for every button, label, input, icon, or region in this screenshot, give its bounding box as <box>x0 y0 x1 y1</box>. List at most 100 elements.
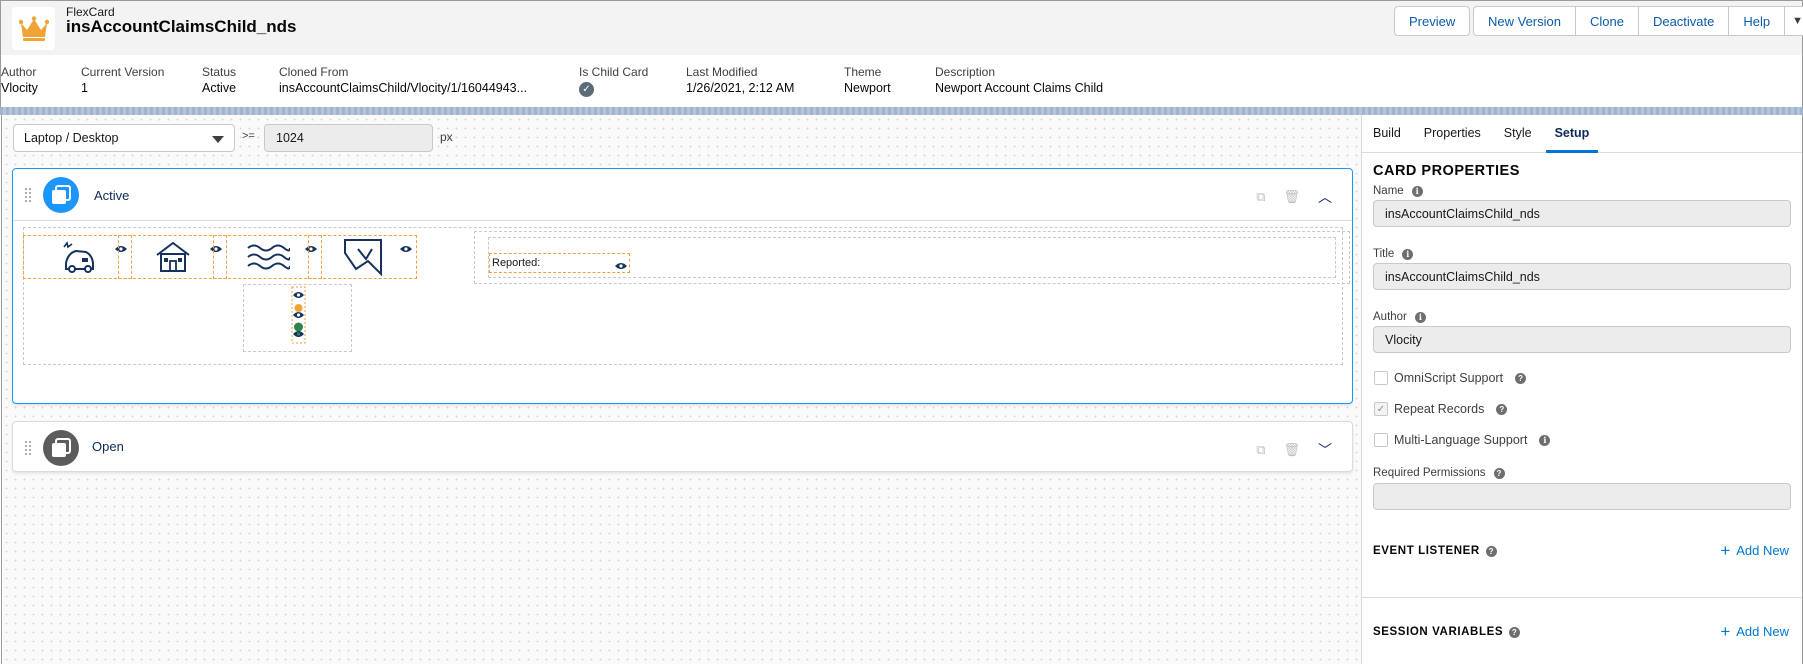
add-session-variable-button[interactable]: + Add New <box>1720 621 1789 641</box>
repeat-records-checkbox[interactable]: ✓ Repeat Records ? <box>1374 402 1508 416</box>
checkbox-label: OmniScript Support <box>1394 371 1504 385</box>
help-icon[interactable]: ? <box>1496 403 1508 415</box>
meta-value: insAccountClaimsChild/Vlocity/1/16044943… <box>279 81 528 95</box>
session-variables-title: SESSION VARIABLES ? <box>1373 626 1521 638</box>
new-version-button[interactable]: New Version <box>1474 7 1576 35</box>
drag-handle-icon[interactable] <box>24 440 32 456</box>
add-new-label: Add New <box>1736 543 1789 558</box>
panel-tabs: Build Properties Style Setup <box>1362 115 1802 153</box>
name-field[interactable]: insAccountClaimsChild_nds <box>1373 200 1791 227</box>
plus-icon: + <box>1720 621 1731 641</box>
state-name: Open <box>92 439 124 454</box>
section-divider <box>1362 597 1802 598</box>
clone-button[interactable]: Clone <box>1576 7 1639 35</box>
action-button-group: New Version Clone Deactivate Help ▼ <box>1473 6 1803 36</box>
meta-is-child-card: Is Child Card ✓ <box>579 65 648 97</box>
meta-value: Active <box>202 81 237 95</box>
required-permissions-label: Required Permissions ? <box>1373 467 1505 479</box>
device-select-value: Laptop / Desktop <box>24 131 119 145</box>
drag-handle-icon[interactable] <box>24 187 32 203</box>
width-input[interactable]: 1024 <box>264 124 433 152</box>
info-icon[interactable]: i <box>1539 434 1551 446</box>
header-divider <box>0 107 1803 115</box>
event-listener-title-text: EVENT LISTENER <box>1373 545 1480 557</box>
author-label-text: Author <box>1373 311 1407 323</box>
meta-value: Newport <box>844 81 891 95</box>
chevron-down-icon: ▼ <box>1792 15 1803 27</box>
omniscript-support-checkbox[interactable]: OmniScript Support ? <box>1374 371 1527 385</box>
clone-icon[interactable]: ⧉ <box>1256 189 1265 205</box>
help-button[interactable]: Help <box>1729 7 1786 35</box>
help-icon[interactable]: ? <box>1493 467 1505 479</box>
claim-icon-flood[interactable] <box>213 235 322 279</box>
help-icon[interactable]: ? <box>1509 626 1521 638</box>
claim-icon-damage[interactable] <box>308 235 417 279</box>
house-icon <box>155 241 190 272</box>
more-actions-button[interactable]: ▼ <box>1785 7 1803 35</box>
delete-icon[interactable]: 🗑 <box>1283 442 1300 458</box>
checkbox[interactable] <box>1374 371 1388 385</box>
state-icon <box>43 430 79 466</box>
meta-value: Newport Account Claims Child <box>935 81 1104 95</box>
checkbox-label: Repeat Records <box>1394 402 1485 416</box>
state-card-open[interactable]: Open ⧉ 🗑 ﹀ <box>12 421 1353 472</box>
status-indicator-stack-icon[interactable] <box>244 285 353 353</box>
claim-icon-home[interactable] <box>118 235 227 279</box>
state-header: Active ⧉ 🗑 ︿ <box>13 169 1352 221</box>
check-circle-icon: ✓ <box>579 82 594 97</box>
checkbox-checked[interactable]: ✓ <box>1374 402 1388 416</box>
title-field[interactable]: insAccountClaimsChild_nds <box>1373 263 1791 290</box>
info-icon[interactable]: i <box>1402 248 1414 260</box>
reported-field[interactable]: Reported: <box>489 253 630 273</box>
tab-build[interactable]: Build <box>1373 115 1412 153</box>
state-actions: ⧉ 🗑 ﹀ <box>1256 440 1332 460</box>
help-icon[interactable]: ? <box>1485 545 1497 557</box>
properties-panel: Build Properties Style Setup CARD PROPER… <box>1361 115 1803 664</box>
title-label-text: Title <box>1373 248 1395 260</box>
info-icon[interactable]: i <box>1414 311 1426 323</box>
design-canvas: Laptop / Desktop >= 1024 px Active ⧉ 🗑 ︿ <box>1 115 1361 664</box>
session-variables-title-text: SESSION VARIABLES <box>1373 626 1504 638</box>
device-select[interactable]: Laptop / Desktop <box>13 124 235 152</box>
state-name: Active <box>94 188 130 203</box>
water-waves-icon <box>246 244 290 270</box>
tab-properties[interactable]: Properties <box>1424 115 1492 153</box>
visibility-eye-icon[interactable] <box>400 240 412 258</box>
meta-theme: Theme Newport <box>844 65 891 96</box>
add-event-listener-button[interactable]: + Add New <box>1720 542 1789 559</box>
required-permissions-label-text: Required Permissions <box>1373 467 1486 479</box>
meta-label: Current Version <box>81 65 165 79</box>
required-permissions-field[interactable] <box>1373 483 1791 510</box>
delete-icon[interactable]: 🗑 <box>1283 189 1300 205</box>
author-label: Author i <box>1373 311 1426 323</box>
meta-label: Theme <box>844 65 882 79</box>
state-card-active[interactable]: Active ⧉ 🗑 ︿ Reported: <box>12 168 1353 404</box>
tab-setup[interactable]: Setup <box>1545 115 1599 153</box>
help-icon[interactable]: ? <box>1515 372 1527 384</box>
meta-label: Last Modified <box>686 65 758 79</box>
clone-icon[interactable]: ⧉ <box>1256 442 1265 458</box>
chevron-up-icon[interactable]: ︿ <box>1318 187 1332 207</box>
meta-current-version: Current Version 1 <box>81 65 164 96</box>
meta-label: Is Child Card <box>579 65 649 79</box>
deactivate-button[interactable]: Deactivate <box>1639 7 1730 35</box>
visibility-eye-icon[interactable] <box>615 258 627 276</box>
claim-icon-auto[interactable] <box>23 235 132 279</box>
event-listener-title: EVENT LISTENER ? <box>1373 545 1497 557</box>
tab-style[interactable]: Style <box>1504 115 1543 153</box>
preview-button-group: Preview <box>1394 6 1471 36</box>
page-title: insAccountClaimsChild_nds <box>66 17 297 36</box>
chevron-down-icon[interactable]: ﹀ <box>1318 440 1332 460</box>
meta-value: 1 <box>81 81 88 95</box>
name-label: Name i <box>1373 185 1423 197</box>
crown-icon <box>12 7 55 50</box>
meta-value: Vlocity <box>1 81 38 95</box>
preview-button[interactable]: Preview <box>1395 7 1469 35</box>
meta-value: 1/26/2021, 2:12 AM <box>686 81 795 95</box>
author-field[interactable]: Vlocity <box>1373 326 1791 353</box>
card-meta-bar: Author Vlocity Current Version 1 Status … <box>0 55 1803 109</box>
info-icon[interactable]: i <box>1411 185 1423 197</box>
multi-language-support-checkbox[interactable]: Multi-Language Support i <box>1374 433 1551 447</box>
checkbox[interactable] <box>1374 433 1388 447</box>
meta-label: Author <box>1 65 37 79</box>
